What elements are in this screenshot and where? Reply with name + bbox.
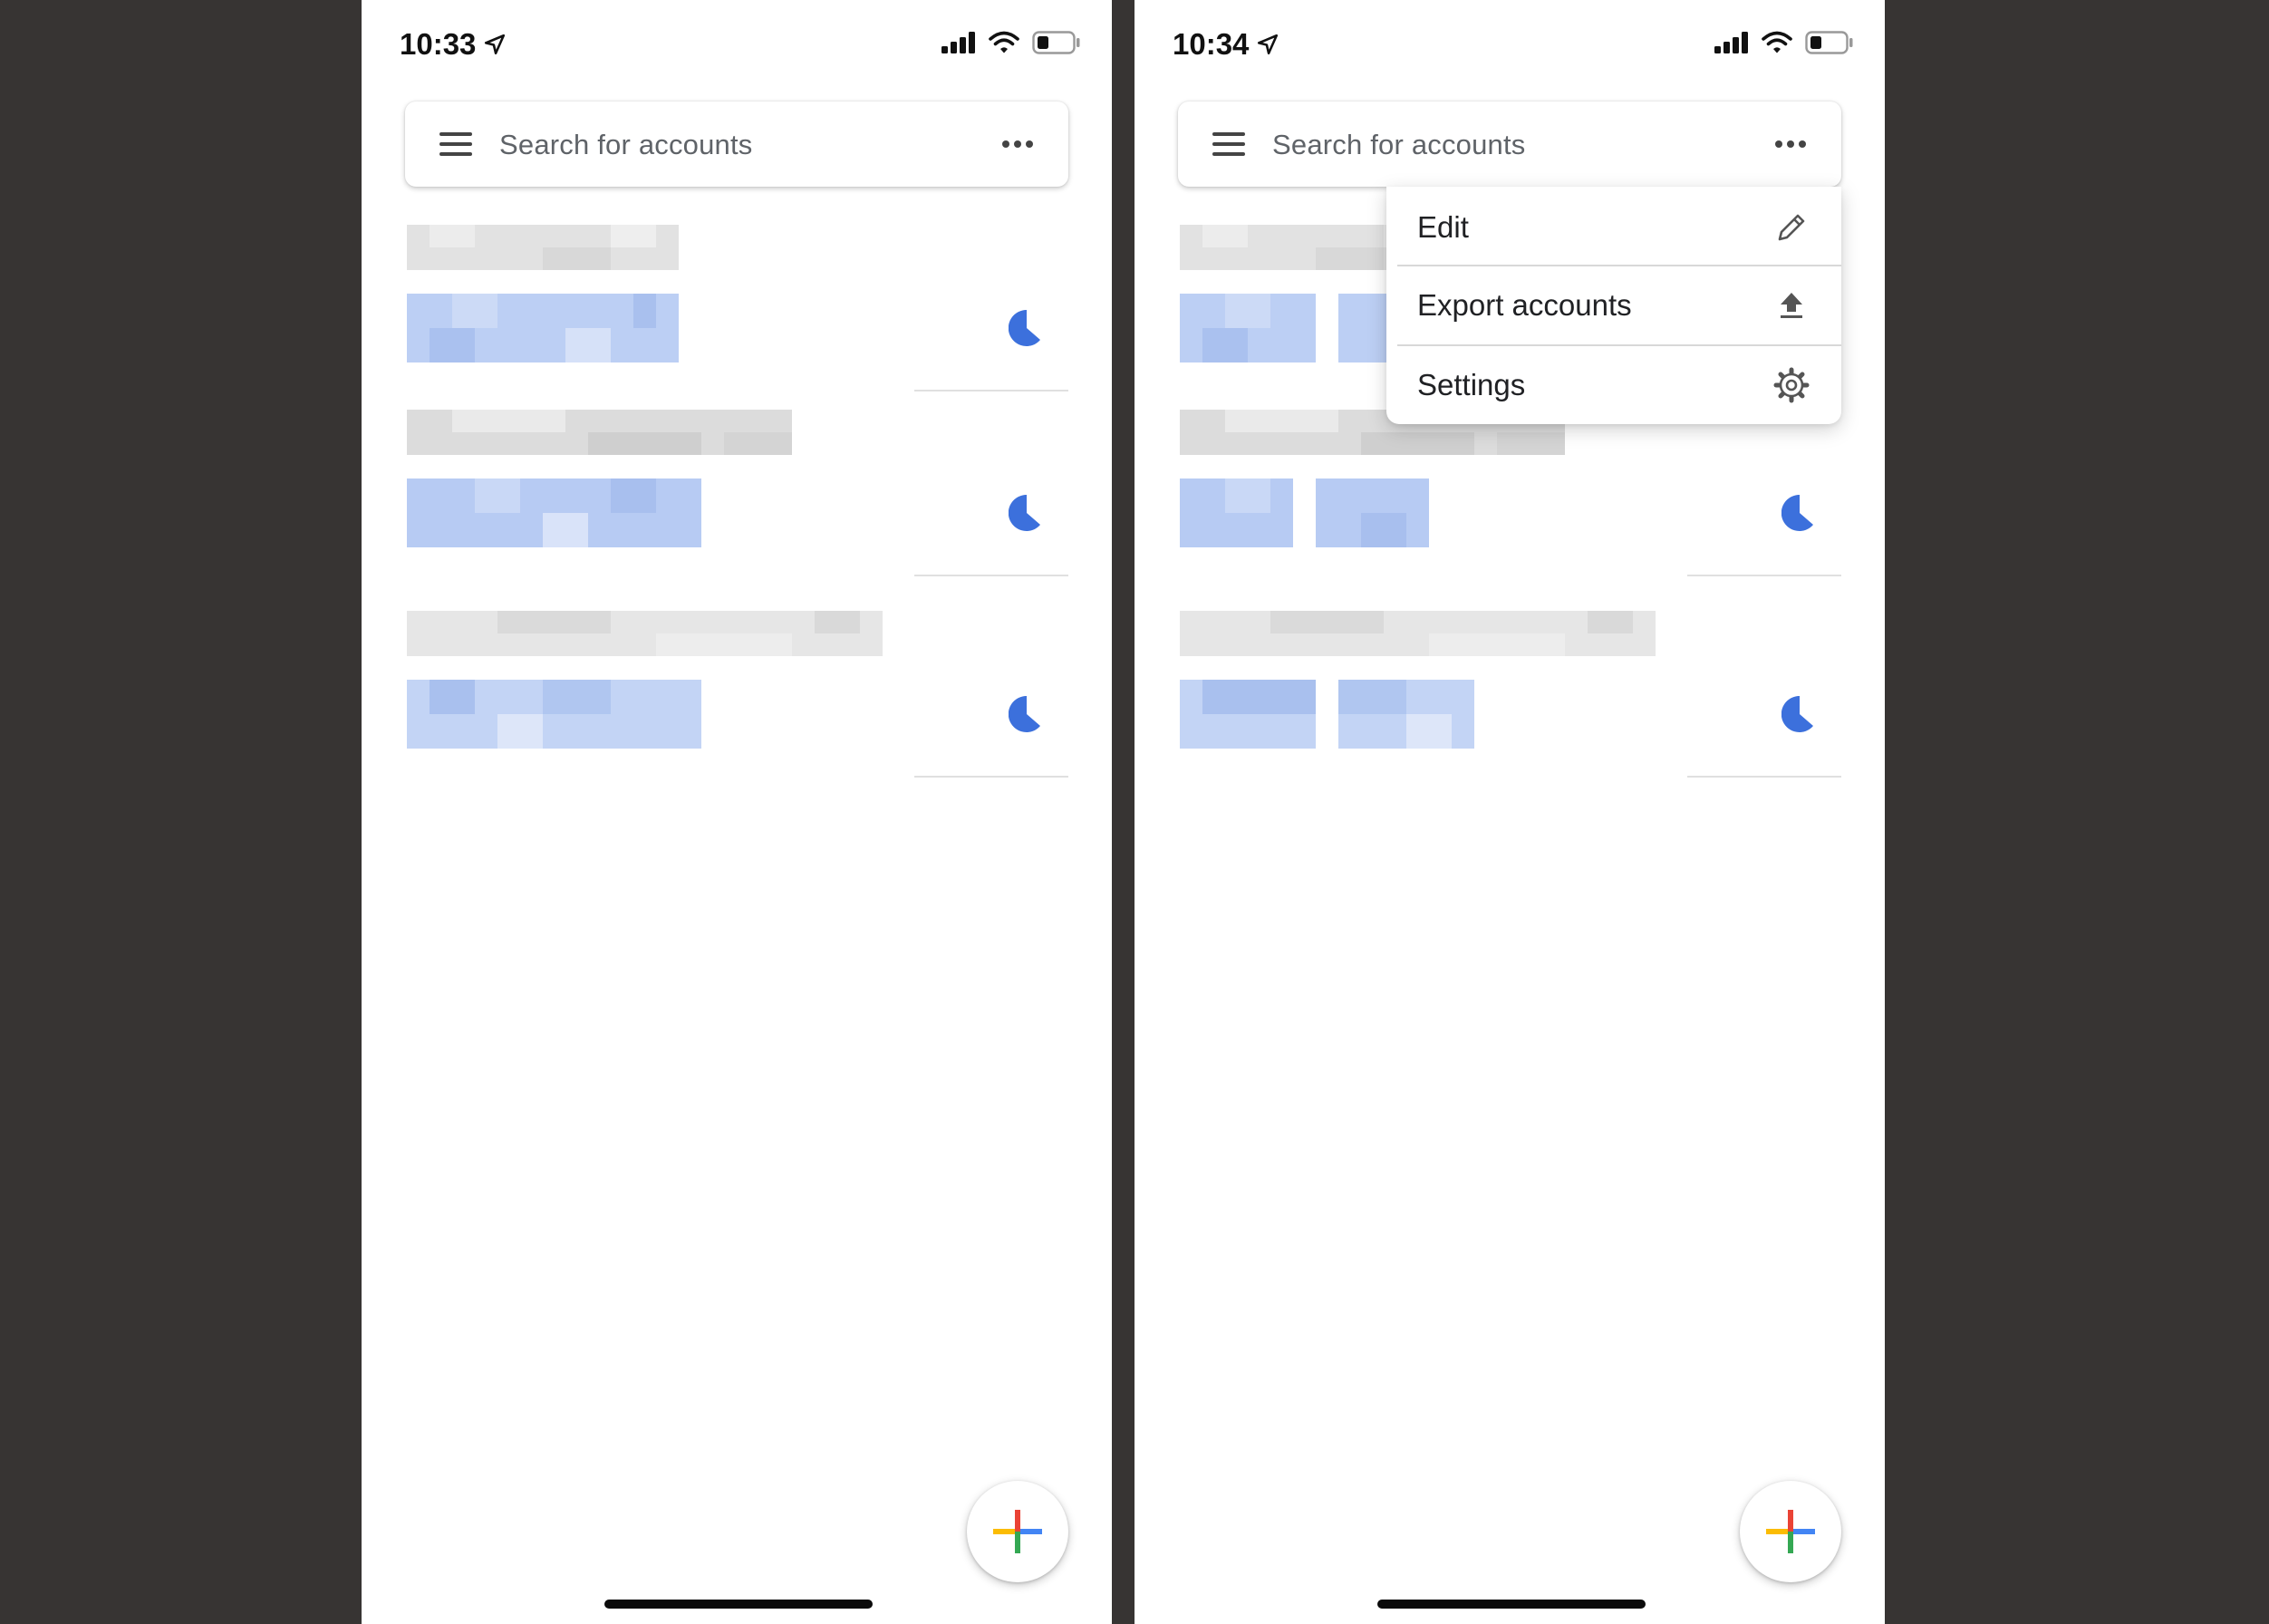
account-item[interactable] <box>407 225 1068 397</box>
account-code-blurred <box>407 294 679 362</box>
plus-icon <box>1766 1510 1815 1553</box>
account-code-blurred <box>407 478 701 547</box>
menu-item-label: Settings <box>1417 368 1526 401</box>
pencil-icon <box>1778 214 1805 241</box>
timer-icon <box>1781 696 1813 732</box>
search-bar[interactable]: Search for accounts <box>1178 102 1841 187</box>
status-time: 10:34 <box>1173 27 1279 62</box>
timer-icon <box>1009 495 1040 531</box>
status-time-text: 10:34 <box>1173 27 1250 61</box>
phone-screen-left: 10:33 Search for accounts <box>362 0 1112 1624</box>
status-time-text: 10:33 <box>400 27 477 61</box>
account-item[interactable] <box>1180 410 1841 582</box>
status-icons <box>941 31 1081 54</box>
more-options-icon[interactable] <box>1001 136 1034 152</box>
account-code-blurred <box>1180 478 1429 547</box>
account-code-blurred <box>1180 680 1474 749</box>
hamburger-menu-icon[interactable] <box>1212 132 1245 156</box>
menu-item-edit[interactable]: Edit <box>1386 188 1841 268</box>
status-icons <box>1714 31 1854 54</box>
divider <box>1687 776 1841 778</box>
menu-item-export-accounts[interactable]: Export accounts <box>1386 266 1841 346</box>
account-name-blurred <box>407 225 679 270</box>
battery-icon <box>1032 31 1080 54</box>
account-name-blurred <box>1180 611 1656 656</box>
home-indicator[interactable] <box>604 1600 873 1609</box>
divider <box>1687 575 1841 576</box>
signal-icon <box>941 32 975 53</box>
account-code-blurred <box>407 680 701 749</box>
menu-item-settings[interactable]: Settings <box>1386 346 1841 426</box>
signal-icon <box>1714 32 1748 53</box>
location-arrow-icon <box>485 34 506 55</box>
divider <box>914 776 1068 778</box>
wifi-icon <box>989 31 1019 53</box>
status-bar: 10:34 <box>1134 0 1885 91</box>
phone-screen-right: 10:34 Search for accounts Edit Export ac… <box>1134 0 1885 1624</box>
overflow-menu: Edit Export accounts Settings <box>1386 187 1841 424</box>
menu-item-label: Export accounts <box>1417 288 1632 322</box>
account-item[interactable] <box>407 611 1068 783</box>
search-placeholder[interactable]: Search for accounts <box>499 129 753 161</box>
timer-icon <box>1009 696 1040 732</box>
battery-icon <box>1805 31 1853 54</box>
gear-icon <box>1773 367 1810 403</box>
account-item[interactable] <box>1180 611 1841 783</box>
account-name-blurred <box>407 611 883 656</box>
divider <box>914 575 1068 576</box>
menu-item-label: Edit <box>1417 210 1469 244</box>
timer-icon <box>1009 310 1040 346</box>
location-arrow-icon <box>1258 34 1279 55</box>
more-options-icon[interactable] <box>1774 136 1807 152</box>
home-indicator[interactable] <box>1377 1600 1646 1609</box>
hamburger-menu-icon[interactable] <box>439 132 472 156</box>
upload-icon <box>1781 293 1802 318</box>
search-bar[interactable]: Search for accounts <box>405 102 1068 187</box>
account-item[interactable] <box>407 410 1068 582</box>
search-placeholder[interactable]: Search for accounts <box>1272 129 1526 161</box>
account-name-blurred <box>407 410 792 455</box>
status-bar: 10:33 <box>362 0 1112 91</box>
divider <box>914 390 1068 392</box>
wifi-icon <box>1762 31 1792 53</box>
add-account-button[interactable] <box>1740 1481 1841 1582</box>
timer-icon <box>1781 495 1813 531</box>
add-account-button[interactable] <box>967 1481 1068 1582</box>
plus-icon <box>993 1510 1042 1553</box>
status-time: 10:33 <box>400 27 507 62</box>
